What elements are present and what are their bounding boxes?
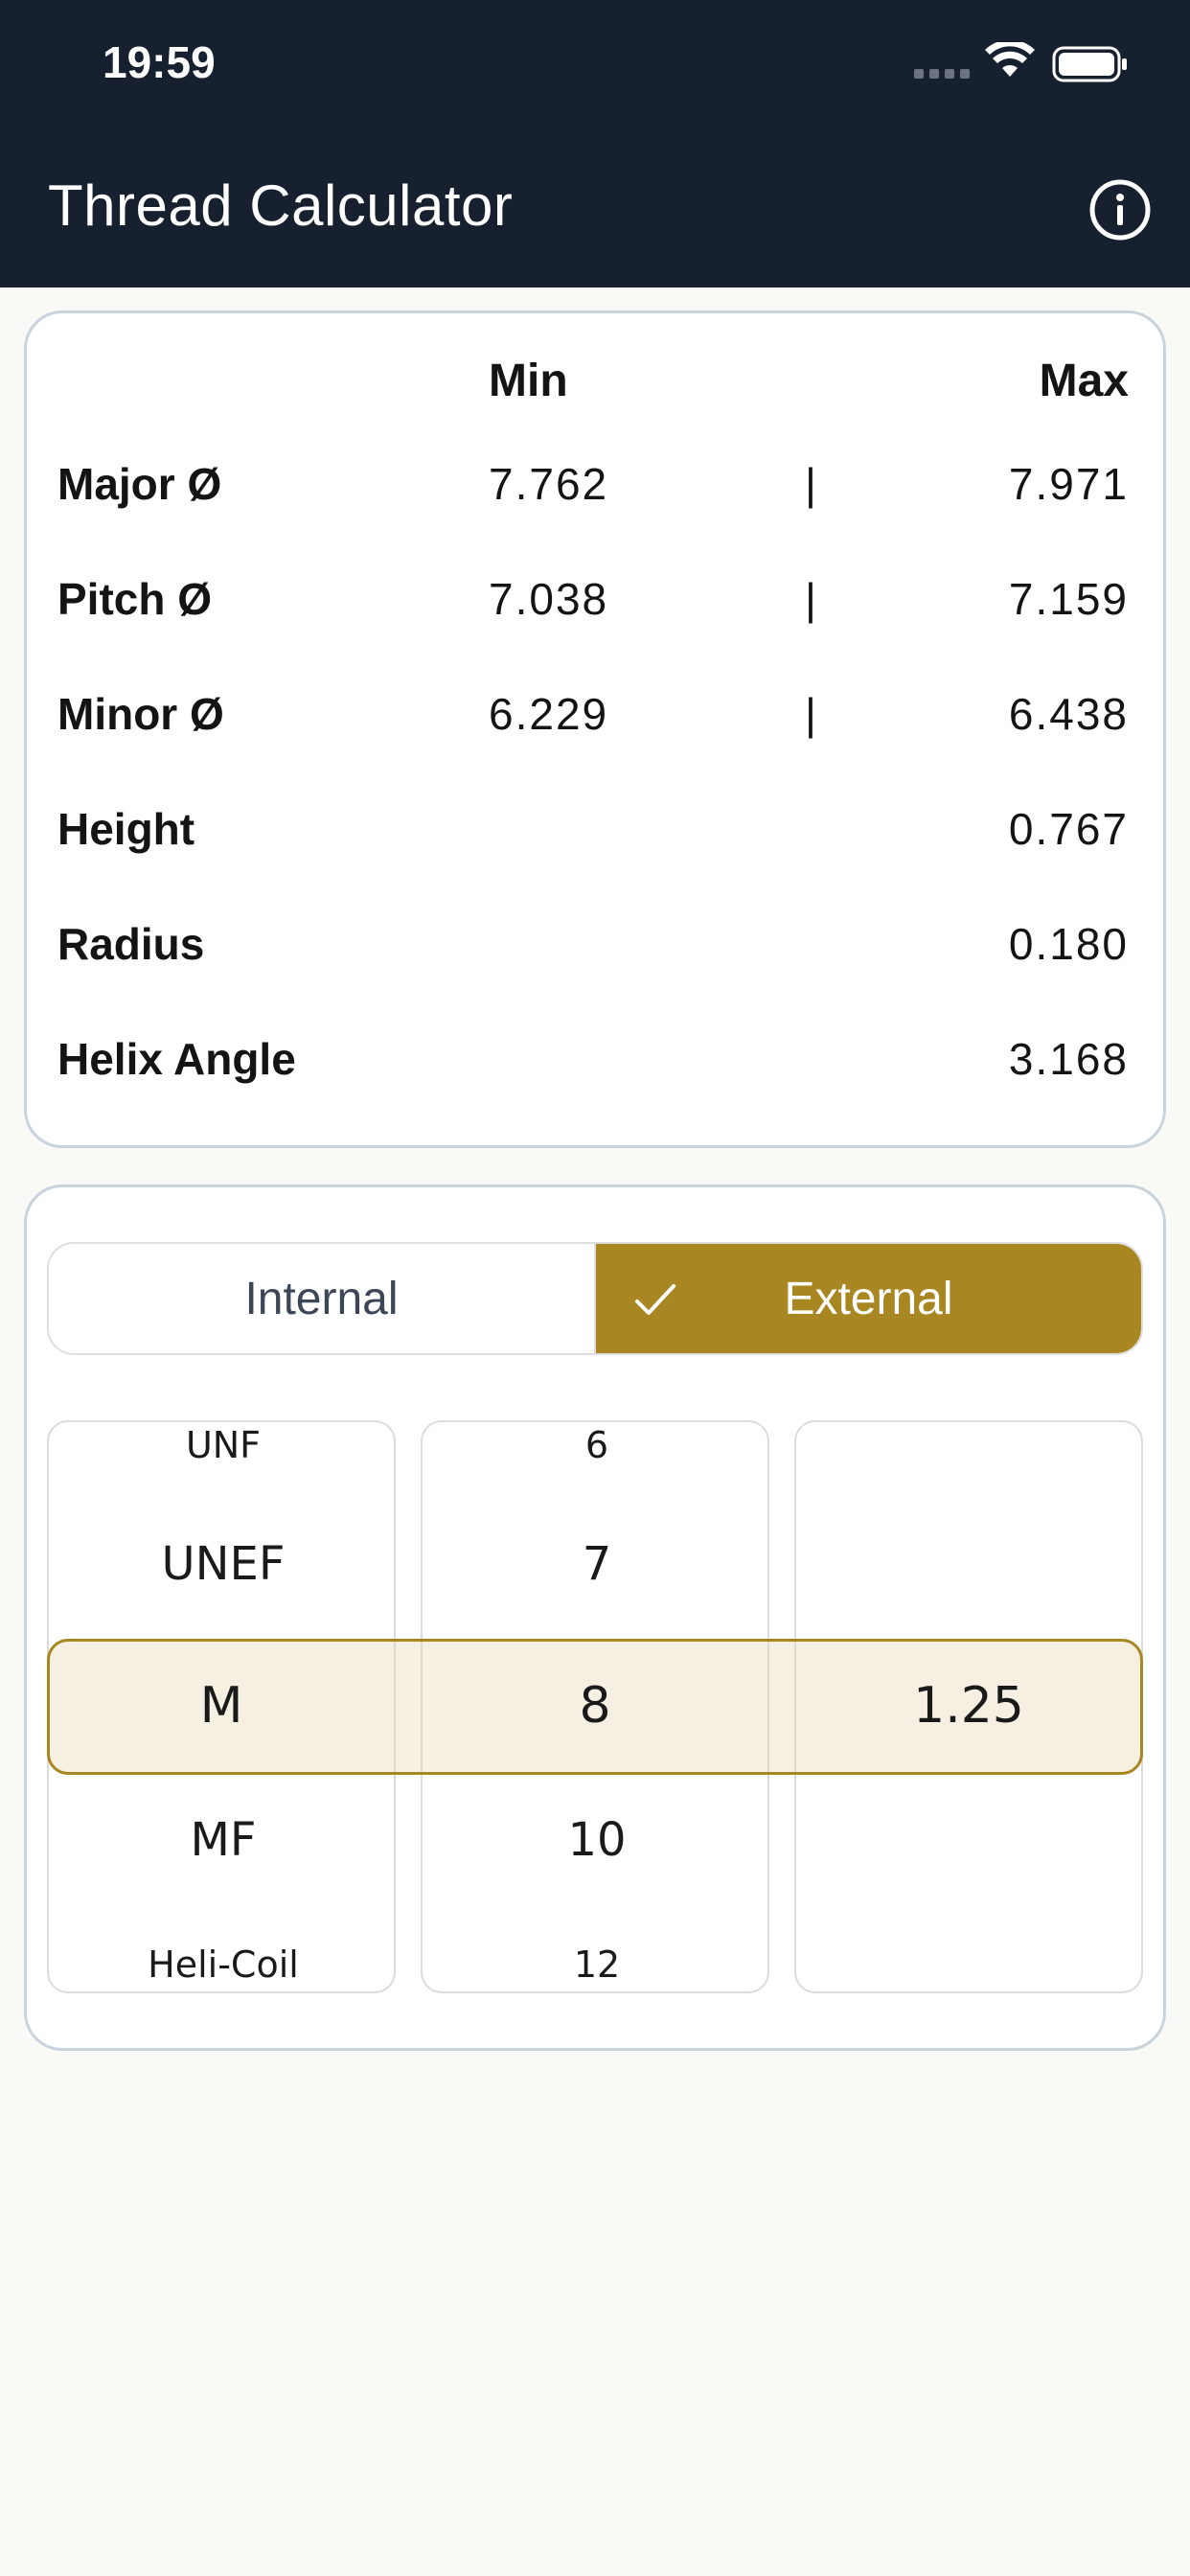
battery-icon — [1052, 46, 1127, 82]
max-value: 7.971 — [1008, 459, 1129, 509]
external-label: External — [784, 1273, 953, 1324]
result-row-height: Height 0.767 — [0, 803, 1190, 880]
internal-option[interactable]: Internal — [49, 1244, 596, 1353]
row-label: Helix Angle — [57, 1034, 296, 1084]
max-column-header: Max — [1039, 356, 1129, 406]
cellular-signal-icon — [914, 69, 970, 79]
picker-item[interactable]: 10 — [423, 1813, 771, 1867]
max-value: 0.767 — [1008, 804, 1129, 854]
picker-item[interactable]: UNF — [49, 1424, 398, 1466]
checkmark-icon — [635, 1284, 675, 1315]
thread-type-segmented-control[interactable]: Internal External — [47, 1242, 1143, 1355]
picker-item[interactable]: Heli-Coil — [49, 1944, 398, 1986]
picker-item[interactable]: 12 — [423, 1944, 771, 1986]
selected-size[interactable]: 8 — [421, 1677, 769, 1735]
max-value: 3.168 — [1008, 1034, 1129, 1084]
row-label: Radius — [57, 919, 205, 969]
internal-label: Internal — [244, 1273, 399, 1324]
separator: | — [805, 689, 816, 739]
result-row-minor: Minor Ø 6.229 | 6.438 — [0, 688, 1190, 765]
status-time: 19:59 — [103, 37, 216, 87]
separator: | — [805, 459, 816, 509]
app-header: 19:59 Thread Calculator — [0, 0, 1190, 288]
max-value: 0.180 — [1008, 919, 1129, 969]
selected-standard[interactable]: M — [47, 1677, 396, 1735]
max-value: 7.159 — [1008, 574, 1129, 624]
row-label: Height — [57, 804, 195, 854]
picker-item[interactable]: 7 — [423, 1537, 771, 1591]
min-value: 7.762 — [489, 459, 609, 509]
page-title: Thread Calculator — [48, 173, 514, 238]
wifi-icon — [985, 42, 1035, 77]
min-value: 7.038 — [489, 574, 609, 624]
selected-pitch[interactable]: 1.25 — [794, 1677, 1143, 1735]
row-label: Major Ø — [57, 459, 222, 509]
result-row-helix-angle: Helix Angle 3.168 — [0, 1033, 1190, 1110]
picker-item[interactable]: UNEF — [49, 1537, 398, 1591]
picker-item[interactable]: MF — [49, 1813, 398, 1867]
row-label: Minor Ø — [57, 689, 224, 739]
min-column-header: Min — [489, 356, 568, 406]
max-value: 6.438 — [1008, 689, 1129, 739]
result-row-pitch: Pitch Ø 7.038 | 7.159 — [0, 573, 1190, 650]
min-value: 6.229 — [489, 689, 609, 739]
separator: | — [805, 574, 816, 624]
external-option[interactable]: External — [596, 1244, 1141, 1353]
result-row-radius: Radius 0.180 — [0, 918, 1190, 995]
row-label: Pitch Ø — [57, 574, 213, 624]
result-row-major: Major Ø 7.762 | 7.971 — [0, 458, 1190, 535]
picker-item[interactable]: 6 — [423, 1424, 771, 1466]
info-icon[interactable] — [1088, 178, 1152, 242]
